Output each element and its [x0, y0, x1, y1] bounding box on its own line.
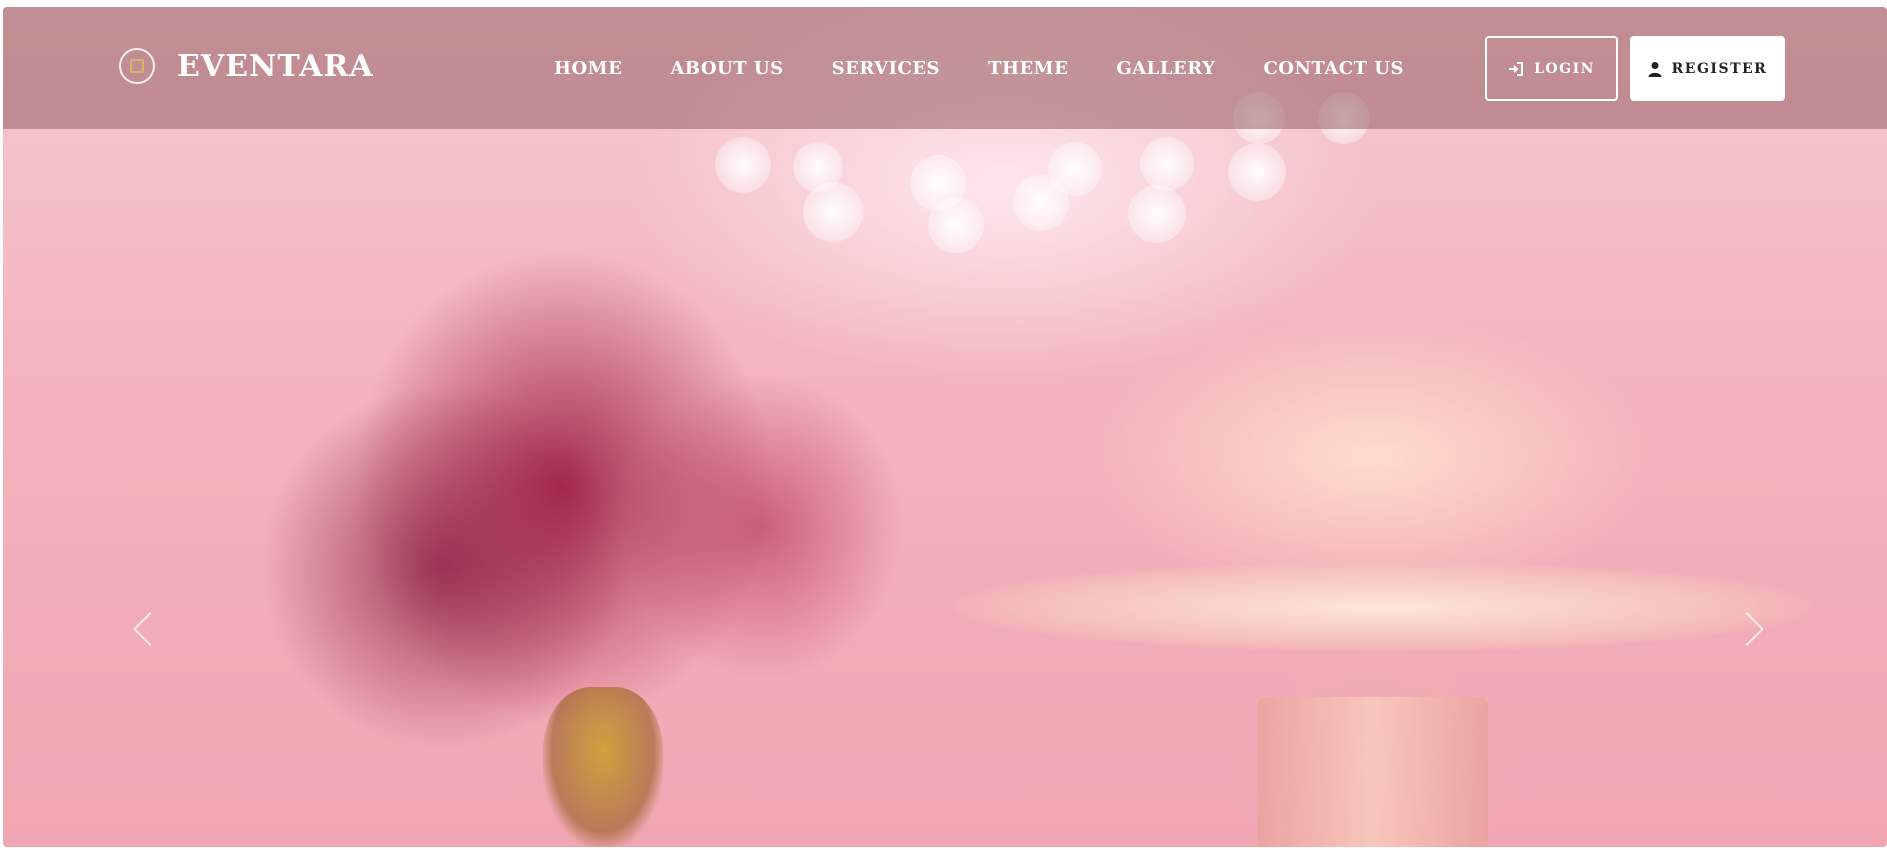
- nav-contact-us[interactable]: CONTACT US: [1263, 58, 1404, 79]
- hero-carousel: EVENTARA HOME ABOUT US SERVICES THEME GA…: [3, 7, 1887, 847]
- brand-name: EVENTARA: [177, 48, 374, 84]
- nav-services[interactable]: SERVICES: [832, 58, 940, 79]
- register-button[interactable]: REGISTER: [1630, 36, 1785, 101]
- login-label: LOGIN: [1534, 60, 1595, 77]
- user-icon: [1648, 61, 1662, 77]
- sign-in-icon: [1508, 61, 1524, 76]
- main-nav: HOME ABOUT US SERVICES THEME GALLERY CON…: [554, 7, 1404, 129]
- register-label: REGISTER: [1671, 60, 1768, 77]
- login-button[interactable]: LOGIN: [1485, 36, 1618, 101]
- nav-home[interactable]: HOME: [554, 58, 622, 79]
- nav-gallery[interactable]: GALLERY: [1116, 58, 1215, 79]
- logo-ring-icon: [119, 48, 155, 84]
- top-navbar: EVENTARA HOME ABOUT US SERVICES THEME GA…: [3, 7, 1887, 129]
- nav-theme[interactable]: THEME: [988, 58, 1068, 79]
- brand-logo[interactable]: EVENTARA: [119, 48, 374, 84]
- hero-background-image: [3, 7, 1887, 847]
- nav-about-us[interactable]: ABOUT US: [670, 58, 783, 79]
